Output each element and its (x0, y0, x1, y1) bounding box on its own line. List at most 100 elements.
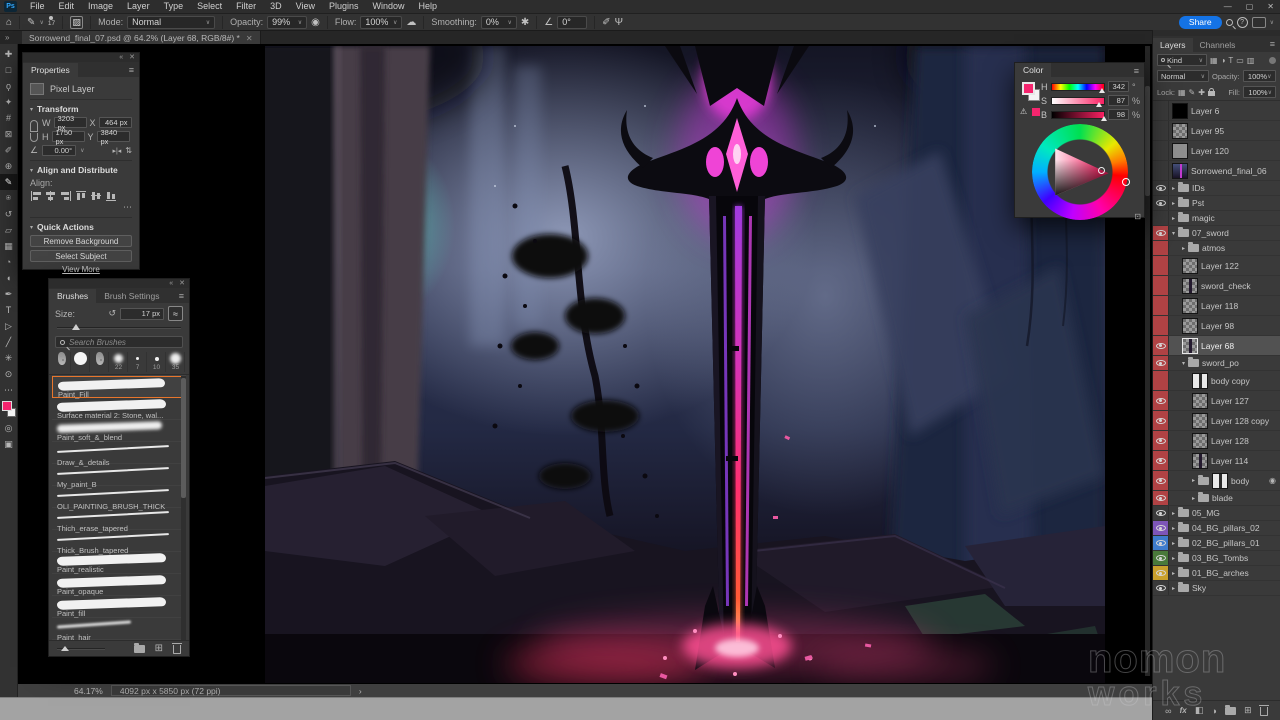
disclosure-triangle[interactable]: ▾ (1182, 360, 1185, 367)
brush-item[interactable]: Paint_opaque (52, 574, 186, 596)
layer-row[interactable]: Layer 128 (1153, 431, 1280, 451)
layer-group-row[interactable]: ▸01_BG_arches (1153, 566, 1280, 581)
tab-close-icon[interactable]: ✕ (246, 34, 253, 43)
help-icon[interactable]: ? (1237, 17, 1248, 28)
filter-smart-icon[interactable]: ▥ (1247, 56, 1255, 65)
visibility-cell[interactable] (1153, 566, 1169, 580)
document-tab[interactable]: Sorrowend_final_07.psd @ 64.2% (Layer 68… (22, 31, 261, 45)
quick-actions-header[interactable]: ▾Quick Actions (30, 222, 132, 232)
disclosure-triangle[interactable]: ▾ (1172, 230, 1175, 237)
visibility-cell[interactable] (1153, 276, 1169, 295)
layer-row[interactable]: Layer 95 (1153, 121, 1280, 141)
color-swatches[interactable] (2, 401, 16, 417)
visibility-cell[interactable] (1153, 581, 1169, 595)
menu-select[interactable]: Select (190, 0, 229, 13)
disclosure-triangle[interactable]: ▸ (1172, 540, 1175, 547)
layer-row[interactable]: body copy (1153, 371, 1280, 391)
visibility-cell[interactable] (1153, 256, 1169, 275)
toolbar-collapse-icon[interactable]: » (5, 33, 9, 42)
visibility-cell[interactable] (1153, 101, 1169, 120)
history-brush-tool[interactable]: ↺ (0, 206, 18, 222)
brush-item[interactable]: Paint_Fill (52, 376, 186, 398)
layer-row[interactable]: Layer 127 (1153, 391, 1280, 411)
layer-group-row[interactable]: ▸magic (1153, 211, 1280, 226)
tab-channels[interactable]: Channels (1193, 38, 1243, 52)
lock-pixels-icon[interactable]: ✎ (1189, 88, 1196, 97)
layer-group-row[interactable]: ▸04_BG_pillars_02 (1153, 521, 1280, 536)
brush-item[interactable]: Paint_realistic (52, 552, 186, 574)
hue-ring-dot[interactable] (1122, 178, 1130, 186)
brightness-slider[interactable] (1051, 111, 1105, 119)
brush-preset-icon[interactable]: ✎ (27, 17, 35, 28)
zoom-tool[interactable]: ⊙ (0, 366, 18, 382)
new-group-icon[interactable] (1225, 707, 1236, 715)
select-subject-button[interactable]: Select Subject (30, 250, 132, 262)
visibility-cell[interactable] (1153, 241, 1169, 255)
visibility-cell[interactable] (1153, 431, 1169, 450)
brush-size-field[interactable]: 17 px (120, 308, 164, 320)
visibility-cell[interactable] (1153, 471, 1169, 490)
layer-style-icon[interactable]: fx (1180, 706, 1187, 715)
path-select-tool[interactable]: ▷ (0, 318, 18, 334)
flip-horizontal-icon[interactable]: ▸|◂ (112, 147, 121, 155)
healing-brush-tool[interactable]: ⊕ (0, 158, 18, 174)
align-top-icon[interactable] (75, 190, 87, 202)
recent-brush[interactable]: 10 (148, 352, 166, 372)
x-field[interactable]: 464 px (99, 117, 132, 128)
layer-group-row[interactable]: ▸body◉ (1153, 471, 1280, 491)
collapse-icon[interactable]: « (119, 54, 123, 62)
visibility-cell[interactable] (1153, 296, 1169, 315)
height-field[interactable]: 1750 px (52, 131, 85, 142)
filter-type-icon[interactable]: T (1228, 56, 1233, 65)
link-dimensions-icon[interactable] (30, 120, 38, 142)
menu-image[interactable]: Image (81, 0, 120, 13)
layer-group-row[interactable]: ▸05_MG (1153, 506, 1280, 521)
slider-thumb[interactable] (72, 324, 80, 330)
brush-item[interactable]: Paint_hair (52, 618, 186, 640)
preview-size-slider[interactable] (57, 645, 105, 653)
visibility-cell[interactable] (1153, 196, 1169, 210)
filter-shape-icon[interactable]: ▭ (1236, 56, 1244, 65)
symmetry-icon[interactable]: Ψ (615, 17, 623, 28)
layer-row[interactable]: Layer 6 (1153, 101, 1280, 121)
hue-slider[interactable] (1051, 83, 1105, 91)
eraser-tool[interactable]: ▱ (0, 222, 18, 238)
layer-opacity-select[interactable]: 100%∨ (1243, 70, 1276, 82)
quick-mask-icon[interactable]: ◎ (0, 420, 18, 436)
tab-properties[interactable]: Properties (23, 63, 78, 77)
brush-item[interactable]: My_paint_B (52, 464, 186, 486)
visibility-cell[interactable] (1153, 371, 1169, 390)
disclosure-triangle[interactable]: ▸ (1172, 215, 1175, 222)
scrollbar-thumb[interactable] (1145, 86, 1150, 196)
disclosure-triangle[interactable]: ▸ (1172, 585, 1175, 592)
layer-row[interactable]: sword_check (1153, 276, 1280, 296)
airbrush-icon[interactable]: ☁ (406, 17, 416, 28)
link-layers-icon[interactable]: ∞ (1165, 706, 1171, 716)
fill-select[interactable]: 100%∨ (1243, 86, 1276, 98)
lock-transparency-icon[interactable]: ▦ (1178, 88, 1186, 97)
remove-background-button[interactable]: Remove Background (30, 235, 132, 247)
gradient-tool[interactable]: ▦ (0, 238, 18, 254)
pressure-opacity-icon[interactable]: ◉ (311, 17, 320, 28)
move-tool[interactable]: ✚ (0, 46, 18, 62)
new-layer-icon[interactable]: ⊞ (1244, 705, 1252, 716)
panel-close-icon[interactable]: ✕ (129, 54, 135, 62)
menu-plugins[interactable]: Plugins (322, 0, 366, 13)
visibility-cell[interactable] (1153, 336, 1169, 355)
dodge-tool[interactable]: ◖ (0, 270, 18, 286)
opacity-select[interactable]: 99%∨ (267, 16, 307, 29)
lock-all-icon[interactable] (1208, 91, 1215, 96)
layer-group-row[interactable]: ▸02_BG_pillars_01 (1153, 536, 1280, 551)
rotation-field[interactable]: 0.00° (42, 145, 76, 156)
close-icon[interactable]: ✕ (1267, 2, 1274, 11)
blend-mode-select[interactable]: Normal∨ (1157, 70, 1209, 82)
view-more-link[interactable]: View More (30, 265, 132, 274)
disclosure-triangle[interactable]: ▸ (1182, 245, 1185, 252)
gamut-swatch[interactable] (1032, 108, 1040, 116)
clone-stamp-tool[interactable]: ⍟ (0, 190, 18, 206)
visibility-cell[interactable] (1153, 391, 1169, 410)
pen-tool[interactable]: ✒ (0, 286, 18, 302)
visibility-cell[interactable] (1153, 411, 1169, 430)
layer-row[interactable]: Layer 114 (1153, 451, 1280, 471)
delete-layer-icon[interactable] (1260, 707, 1268, 716)
